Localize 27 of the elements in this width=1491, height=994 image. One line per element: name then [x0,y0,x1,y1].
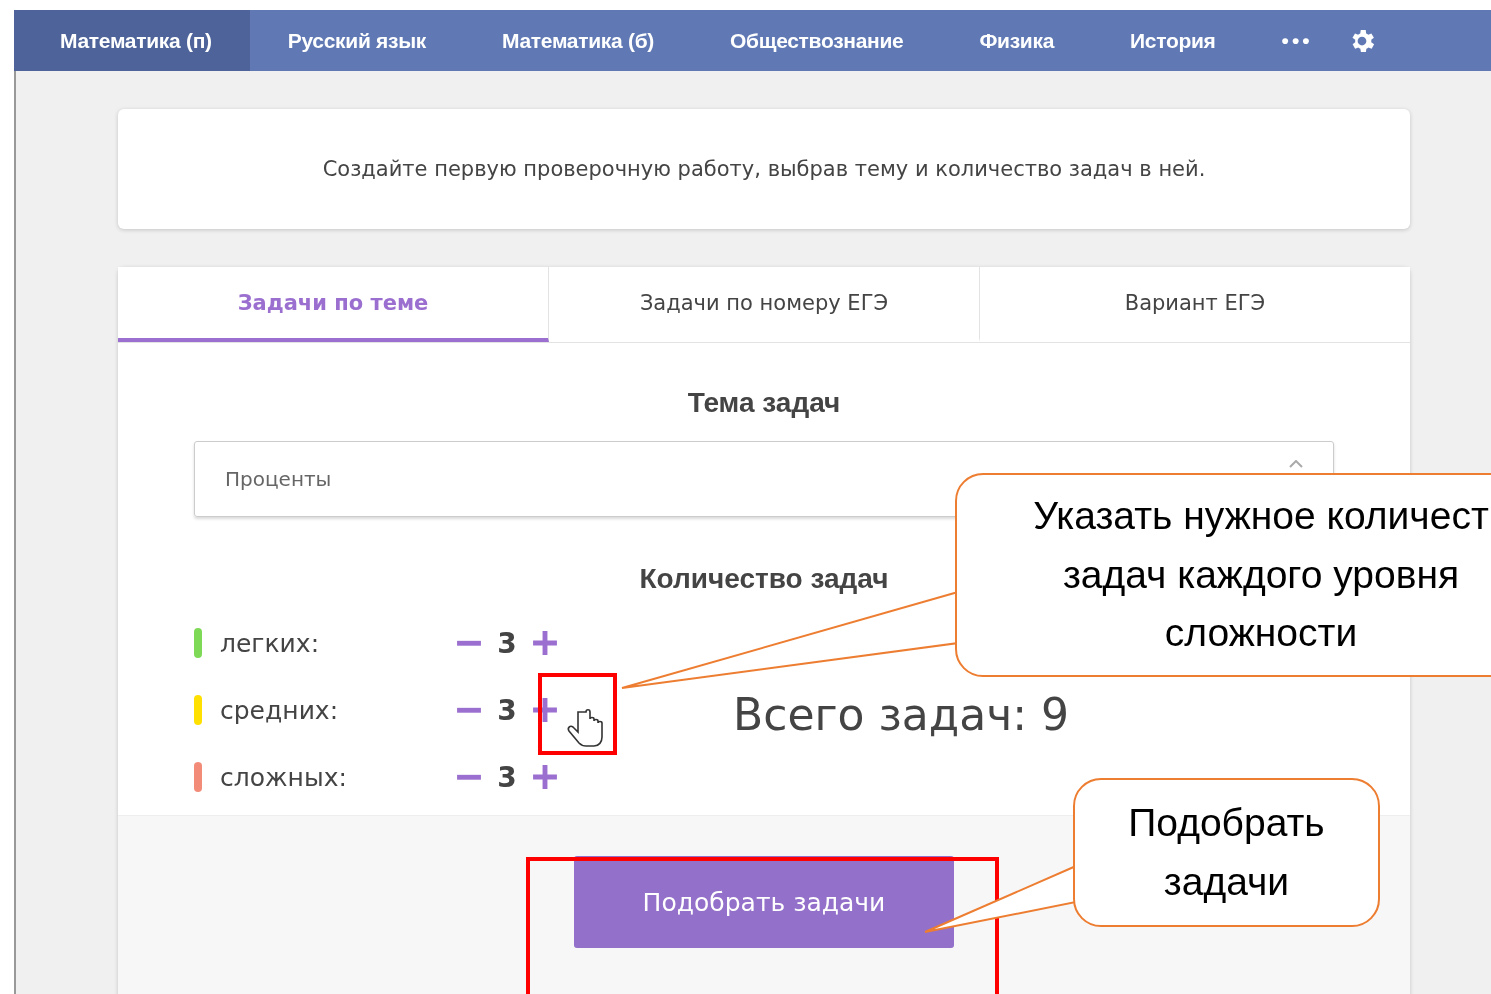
plus-icon[interactable] [532,697,558,723]
mode-tab[interactable]: Задачи по теме [118,267,549,342]
submit-button[interactable]: Подобрать задачи [574,856,954,948]
callout-text: Подобрать задачи [1128,800,1325,905]
level-label: сложных: [220,762,348,792]
count-value: 3 [496,693,518,727]
topic-heading: Тема задач [687,387,841,419]
subject-tab[interactable]: История [1092,10,1254,71]
chevron-icon [1289,460,1303,468]
subject-tab[interactable]: Русский язык [249,10,464,71]
mode-tab[interactable]: Задачи по номеру ЕГЭ [549,267,980,342]
total-text: Всего задач: 9 [733,688,1069,740]
count-value: 3 [496,626,518,660]
plus-icon[interactable] [532,630,558,656]
subject-tab[interactable]: Математика (п) [14,10,250,71]
more-button[interactable]: ••• [1253,10,1339,71]
subject-tab[interactable]: Математика (б) [464,10,692,71]
info-text: Создайте первую проверочную работу, выбрав тему и количество задач в ней. [322,157,1206,181]
count-heading: Количество задач [639,563,889,595]
plus-icon[interactable] [532,764,558,790]
count-value: 3 [496,760,518,794]
hand-cursor-icon [567,708,603,747]
subject-tab[interactable]: Обществознание [692,10,942,71]
subject-tab[interactable]: Физика [941,10,1093,71]
level-label: средних: [220,695,340,725]
mode-tab[interactable]: Вариант ЕГЭ [980,267,1410,342]
level-label: легких: [220,628,321,658]
